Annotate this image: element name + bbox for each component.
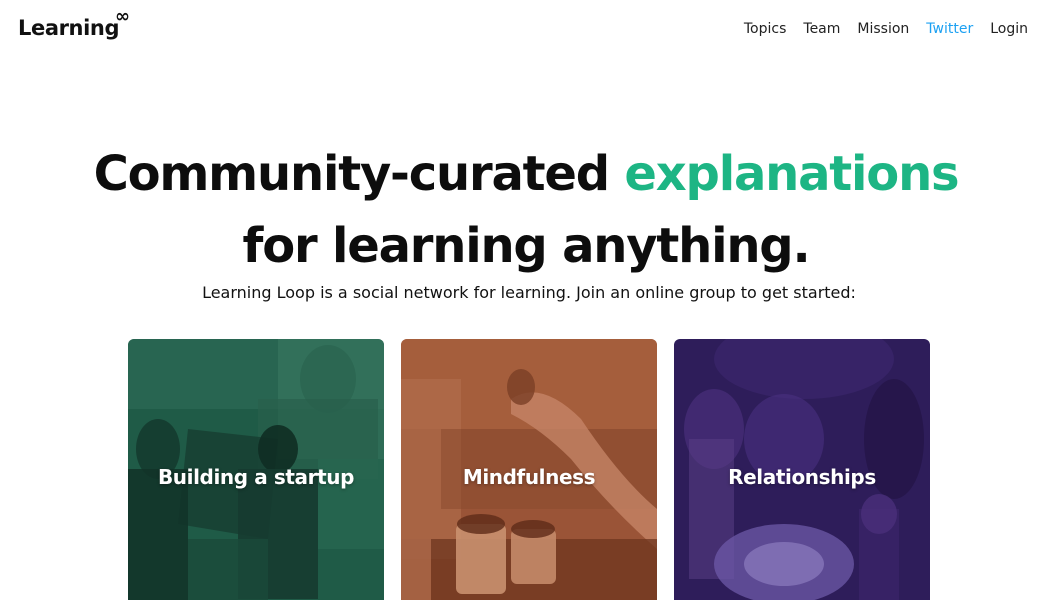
nav-twitter-link[interactable]: Twitter (926, 21, 973, 37)
group-card-label: Building a startup (157, 465, 355, 489)
logo[interactable]: Learning (18, 16, 119, 40)
infinity-icon: ∞ (115, 6, 130, 27)
site-header: Learning ∞ Topics Team Mission Twitter L… (0, 0, 1052, 60)
group-card-building-a-startup[interactable]: Building a startup (128, 339, 384, 600)
group-card-relationships[interactable]: Relationships (674, 339, 930, 600)
group-card-mindfulness[interactable]: Mindfulness (401, 339, 657, 600)
hero-title-part1: Community-curated (93, 146, 625, 202)
group-card-label: Mindfulness (462, 465, 596, 489)
nav-team-link[interactable]: Team (803, 21, 840, 37)
hero-title-accent: explanations (624, 146, 959, 202)
hero-title-part2: for learning anything. (242, 218, 811, 274)
nav-login-link[interactable]: Login (990, 21, 1028, 37)
hero-subtitle: Learning Loop is a social network for le… (202, 283, 856, 302)
top-nav: Topics Team Mission Twitter Login (744, 21, 1028, 37)
hero-title: Community-curated explanations for learn… (0, 138, 1052, 282)
page: Learning ∞ Topics Team Mission Twitter L… (0, 0, 1052, 600)
nav-mission-link[interactable]: Mission (857, 21, 909, 37)
nav-topics-link[interactable]: Topics (744, 21, 787, 37)
group-card-label: Relationships (728, 465, 876, 489)
